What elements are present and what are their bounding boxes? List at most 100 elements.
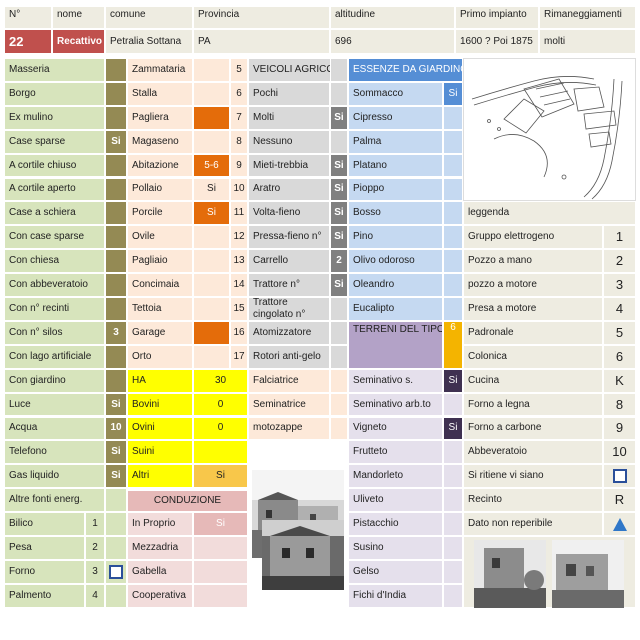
terrain-value: Si — [443, 368, 463, 393]
species-label: Pino — [348, 225, 443, 250]
legend-key: 9 — [603, 416, 636, 441]
building-value — [193, 249, 230, 274]
conduzione-label: Gabella — [127, 559, 193, 584]
vehicle-label: Aratro — [248, 177, 330, 202]
ruin-photo-1 — [474, 540, 546, 608]
legend-label: Recinto — [463, 488, 603, 513]
legend-key — [603, 512, 636, 536]
feature-label: Con case sparse — [4, 225, 105, 250]
farmhouse-photo-2 — [262, 520, 344, 591]
vehicle-label: Carrello — [248, 249, 330, 274]
building-label: Ovile — [127, 225, 193, 250]
feature-value — [105, 177, 127, 202]
feature-label: Borgo — [4, 81, 105, 106]
facility-label: Pesa — [4, 536, 85, 560]
livestock-label: Suini — [127, 440, 193, 465]
vehicle-value — [330, 297, 348, 321]
species-value — [443, 297, 463, 321]
species-value — [443, 201, 463, 226]
building-number: 8 — [230, 129, 248, 154]
data-sheet: N° nome comune Provincia altitudine Primo imp… — [0, 0, 640, 640]
species-label: Platano — [348, 153, 443, 178]
livestock-value: 0 — [193, 416, 248, 441]
terrain-value — [443, 440, 463, 465]
ruin-photo-2 — [552, 540, 624, 608]
species-value — [443, 105, 463, 130]
legend-key: 4 — [603, 297, 636, 321]
facility-label: Palmento — [4, 583, 85, 608]
vehicle-value — [330, 320, 348, 345]
species-label: Oleandro — [348, 273, 443, 297]
legend-key: 2 — [603, 249, 636, 274]
legend-key: 10 — [603, 440, 636, 465]
header-n: N° — [4, 6, 52, 29]
building-number: 12 — [230, 225, 248, 250]
vehicle-label: motozappe — [248, 416, 330, 441]
square-icon — [612, 469, 627, 484]
header-provincia: Provincia — [193, 6, 330, 29]
feature-value — [105, 488, 127, 513]
facility-number: 2 — [85, 536, 105, 560]
building-label: Pagliera — [127, 105, 193, 130]
header-comune: comune — [105, 6, 193, 29]
species-value — [443, 273, 463, 297]
vehicle-label: Mieti-trebbia — [248, 153, 330, 178]
building-number: 16 — [230, 320, 248, 345]
record-comune: Petralia Sottana — [105, 29, 193, 54]
terrain-value — [443, 559, 463, 584]
record-number: 22 — [4, 29, 52, 54]
building-value — [193, 344, 230, 369]
legend-key: 3 — [603, 273, 636, 297]
terrain-label: Fichi d'India — [348, 583, 443, 608]
conduzione-title: CONDUZIONE — [127, 490, 248, 513]
building-label: Stalla — [127, 81, 193, 106]
legend-key: 5 — [603, 320, 636, 345]
vehicle-value — [330, 368, 348, 393]
feature-value: Si — [105, 129, 127, 154]
livestock-value: 30 — [193, 368, 248, 393]
vehicle-value — [330, 392, 348, 417]
feature-label: Luce — [4, 392, 105, 417]
terrain-value: Si — [443, 416, 463, 441]
building-value: Si — [193, 201, 230, 226]
vehicle-label: Pochi — [248, 81, 330, 106]
vehicle-label: Pressa-fieno n° — [248, 225, 330, 250]
header-nome: nome — [52, 6, 105, 29]
species-label: Pioppo — [348, 177, 443, 202]
facility-mark — [105, 536, 127, 560]
legend-label: Pozzo a mano — [463, 249, 603, 274]
facility-mark — [105, 512, 127, 536]
building-value: 5-6 — [193, 153, 230, 178]
record-primo-impianto: 1600 ? Poi 1875 — [455, 29, 539, 54]
feature-value — [105, 344, 127, 369]
vehicle-label: Trattore cingolato n° — [248, 297, 330, 321]
feature-label: A cortile aperto — [4, 177, 105, 202]
facility-label: Forno — [4, 559, 85, 584]
building-number: 5 — [230, 58, 248, 82]
feature-value — [105, 273, 127, 297]
building-label: Abitazione — [127, 153, 193, 178]
building-label: Garage — [127, 320, 193, 345]
terrain-label: Vigneto — [348, 416, 443, 441]
vehicle-value: Si — [330, 273, 348, 297]
species-label: Eucalipto — [348, 297, 443, 321]
building-number: 10 — [230, 177, 248, 202]
feature-value: 10 — [105, 416, 127, 441]
feature-label: Con giardino — [4, 368, 105, 393]
livestock-label: Ovini — [127, 416, 193, 441]
vehicle-value — [330, 416, 348, 441]
legend-key: K — [603, 368, 636, 393]
veicoli-title-pad — [330, 58, 348, 82]
building-number: 7 — [230, 105, 248, 130]
vehicle-value: Si — [330, 225, 348, 250]
terrain-label: Frutteto — [348, 440, 443, 465]
feature-label: Con chiesa — [4, 249, 105, 274]
vehicle-value: Si — [330, 153, 348, 178]
legend-key: R — [603, 488, 636, 513]
legend-label: Forno a carbone — [463, 416, 603, 441]
building-number: 17 — [230, 344, 248, 369]
vehicle-value: Si — [330, 105, 348, 130]
terrain-value — [443, 464, 463, 489]
legend-label: Si ritiene vi siano — [463, 464, 603, 489]
terrain-label: Seminativo s. — [348, 368, 443, 393]
